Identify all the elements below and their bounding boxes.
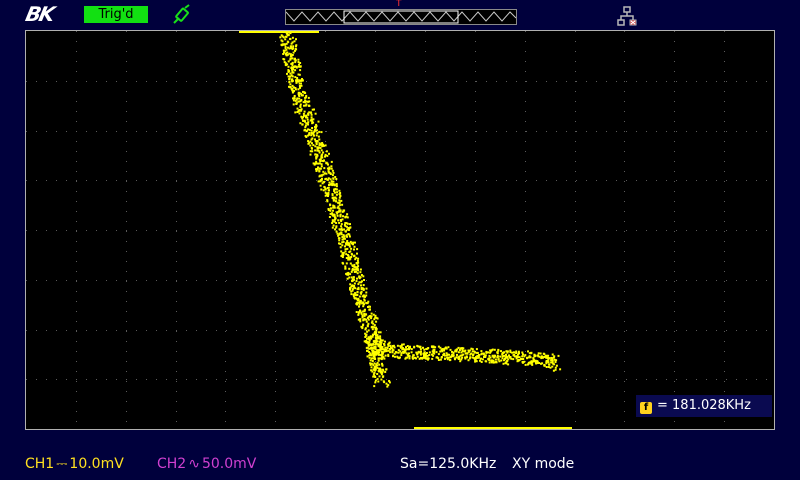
display-mode[interactable]: XY mode (512, 456, 574, 472)
bk-logo: BK (23, 2, 56, 26)
memory-waveform-preview (286, 11, 516, 22)
frequency-icon: f (640, 402, 652, 414)
network-icon[interactable] (616, 6, 640, 28)
ch2-scale: 50.0mV (201, 456, 257, 472)
trigger-position-marker: T (396, 0, 402, 9)
memory-depth-bar (285, 9, 517, 25)
xy-trace (239, 31, 572, 429)
ch1-scale: 10.0mV (69, 456, 124, 472)
trigger-status-badge: Trig'd (84, 6, 148, 23)
waveform-display[interactable] (25, 30, 775, 430)
ch1-label: CH1 (25, 456, 55, 472)
sample-rate: Sa=125.0KHz (400, 456, 497, 472)
status-bar: CH1 ⎓ 10.0mV CH2 ∿ 50.0mV Sa=125.0KHz XY mod… (0, 450, 800, 480)
ch2-status[interactable]: CH2 ∿ 50.0mV (157, 456, 256, 472)
probe-icon[interactable] (170, 4, 194, 26)
ch2-coupling-icon: ∿ (188, 456, 200, 472)
ch1-coupling-icon: ⎓ (56, 456, 68, 472)
frequency-counter: f = 181.028KHz (636, 395, 772, 417)
frequency-value: = 181.028KHz (657, 398, 751, 413)
ch1-status[interactable]: CH1 ⎓ 10.0mV (25, 456, 124, 472)
ch2-label: CH2 (157, 456, 187, 472)
